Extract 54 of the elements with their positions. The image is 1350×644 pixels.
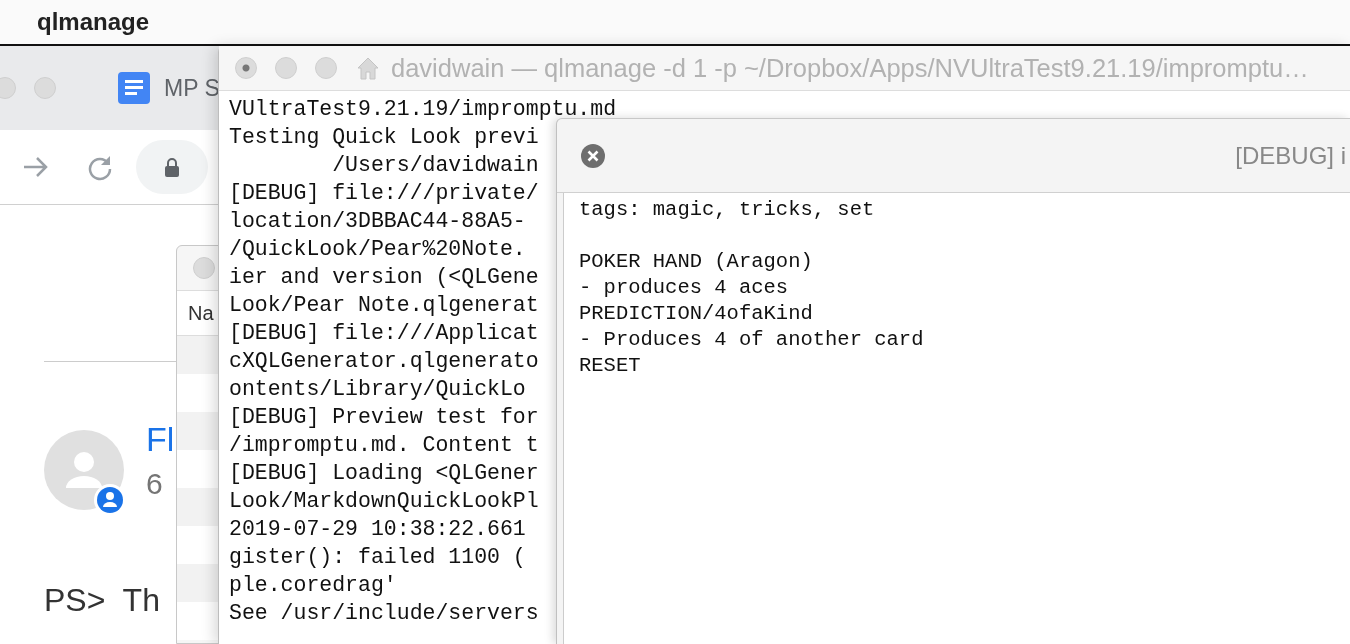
post-time: 6	[146, 467, 164, 501]
preview-line: - Produces 4 of another card	[579, 327, 924, 353]
terminal-line: [DEBUG] Loading <QLGener	[229, 460, 539, 487]
column-header[interactable]: Na	[177, 290, 218, 336]
terminal-line: [DEBUG] file:///private/	[229, 180, 539, 207]
minimize-button[interactable]	[275, 57, 297, 79]
list-row[interactable]	[177, 450, 218, 488]
terminal-line: cXQLGenerator.qlgenerato	[229, 348, 539, 375]
terminal-line: [DEBUG] Preview test for	[229, 404, 539, 431]
terminal-line: 2019-07-29 10:38:22.661	[229, 516, 526, 543]
terminal-line: ple.coredrag'	[229, 572, 397, 599]
list-row[interactable]	[177, 602, 218, 640]
close-icon[interactable]	[580, 142, 606, 169]
preview-line: RESET	[579, 353, 641, 379]
list-row[interactable]	[177, 564, 218, 602]
document-icon	[118, 72, 150, 104]
terminal-line: /QuickLook/Pear%20Note.	[229, 236, 526, 263]
window-control-button[interactable]	[0, 77, 16, 99]
terminal-line: See /usr/include/servers	[229, 600, 539, 627]
browser-tab[interactable]: MP S	[118, 66, 220, 110]
terminal-line: Testing Quick Look previ	[229, 124, 539, 151]
terminal-line: gister(): failed 1100 (	[229, 544, 526, 571]
lock-icon	[164, 157, 180, 177]
close-button[interactable]	[235, 57, 257, 79]
terminal-line: /Users/davidwain	[331, 152, 539, 179]
terminal-line: Look/Pear Note.qlgenerat	[229, 292, 539, 319]
window-title: [DEBUG] i	[1235, 141, 1346, 170]
window-control-button[interactable]	[193, 257, 215, 279]
app-name: qlmanage	[37, 8, 150, 36]
list-row[interactable]	[177, 526, 218, 564]
preview-line: - produces 4 aces	[579, 275, 789, 301]
terminal-line: VUltraTest9.21.19/impromptu.md	[229, 96, 617, 123]
list-row[interactable]	[177, 488, 218, 526]
list-row[interactable]	[177, 412, 218, 450]
terminal-line: Look/MarkdownQuickLookPl	[229, 488, 539, 515]
window-control-button[interactable]	[34, 77, 56, 99]
terminal-line: location/3DBBAC44-88A5-	[229, 208, 526, 235]
window-title: davidwain — qlmanage -d 1 -p ~/Dropbox/Apps/NVUltraTest9.21.19/impromptu…	[391, 53, 1309, 83]
terminal-line: [DEBUG] file:///Applicat	[229, 320, 539, 347]
list-row[interactable]	[177, 336, 218, 374]
terminal-line: /impromptu.md. Content t	[229, 432, 539, 459]
preview-line: POKER HAND (Aragon)	[579, 249, 813, 275]
preview-line: PREDICTION/4ofaKind	[579, 301, 813, 327]
list-row[interactable]	[177, 374, 218, 412]
person-badge-icon	[94, 484, 126, 516]
preview-line: tags: magic, tricks, set	[579, 197, 875, 223]
author-link[interactable]: Fl	[146, 420, 175, 459]
address-bar[interactable]	[136, 140, 208, 194]
home-icon	[355, 55, 381, 81]
post-text: PS> Th	[44, 582, 160, 619]
terminal-line: ier and version (<QLGene	[229, 264, 539, 291]
terminal-line: ontents/Library/QuickLo	[229, 376, 526, 403]
zoom-button[interactable]	[315, 57, 337, 79]
forward-icon[interactable]	[22, 155, 50, 179]
